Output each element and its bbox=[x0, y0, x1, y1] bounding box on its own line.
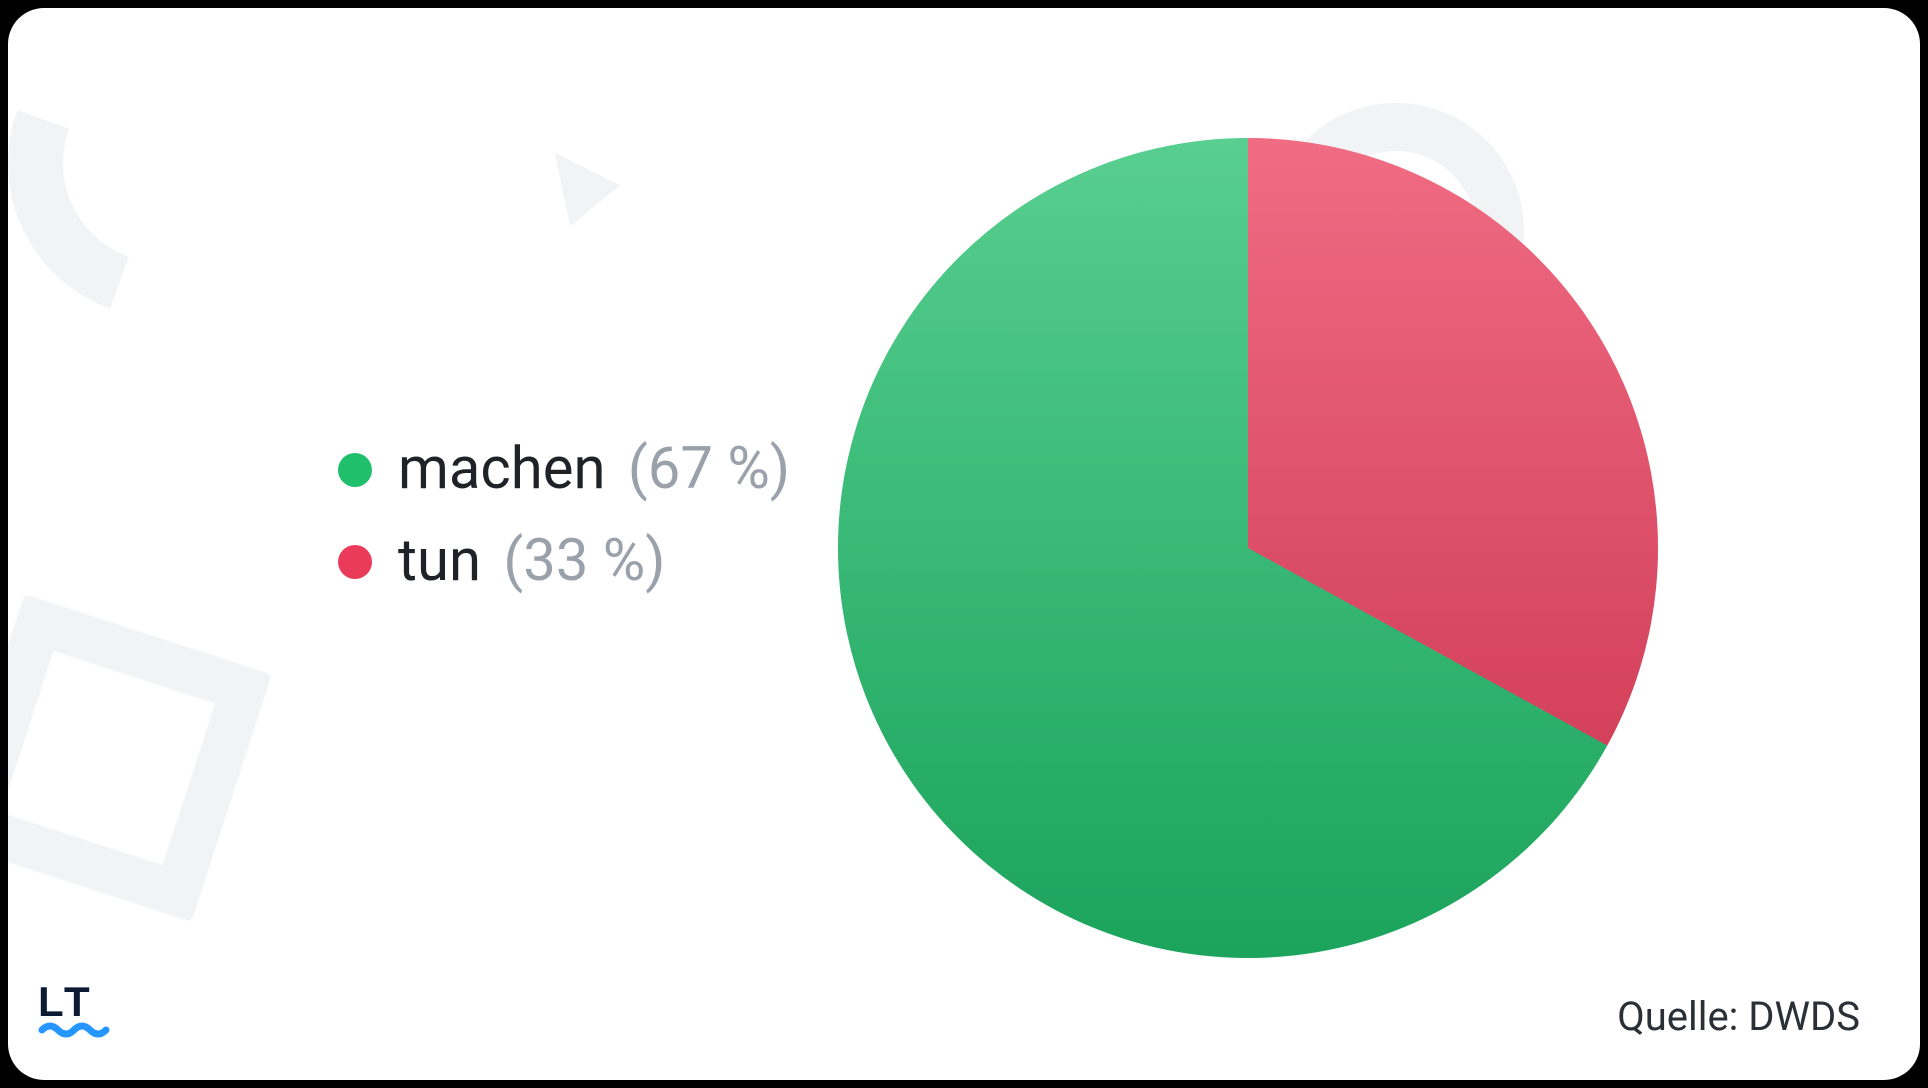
bg-question-arc-icon bbox=[8, 8, 362, 362]
pie-chart bbox=[838, 138, 1658, 958]
chart-card: machen (67 %) tun (33 %) Quelle: DWDS L … bbox=[8, 8, 1920, 1080]
legend-item-machen: machen (67 %) bbox=[338, 438, 790, 502]
legend-percent: (33 %) bbox=[503, 527, 665, 595]
legend-item-tun: tun (33 %) bbox=[338, 530, 790, 594]
source-caption: Quelle: DWDS bbox=[1617, 993, 1860, 1040]
svg-text:L: L bbox=[38, 978, 63, 1025]
legend: machen (67 %) tun (33 %) bbox=[338, 438, 790, 594]
legend-dot-icon bbox=[338, 453, 372, 487]
bg-square-icon bbox=[8, 594, 272, 922]
legend-label: machen bbox=[398, 435, 606, 503]
bg-question-tail-icon bbox=[542, 152, 623, 233]
languagetool-logo-icon: L T bbox=[38, 976, 128, 1046]
legend-label: tun bbox=[398, 527, 481, 595]
svg-text:T: T bbox=[64, 978, 90, 1025]
legend-dot-icon bbox=[338, 545, 372, 579]
legend-percent: (67 %) bbox=[628, 435, 790, 503]
pie-slices bbox=[838, 138, 1658, 958]
